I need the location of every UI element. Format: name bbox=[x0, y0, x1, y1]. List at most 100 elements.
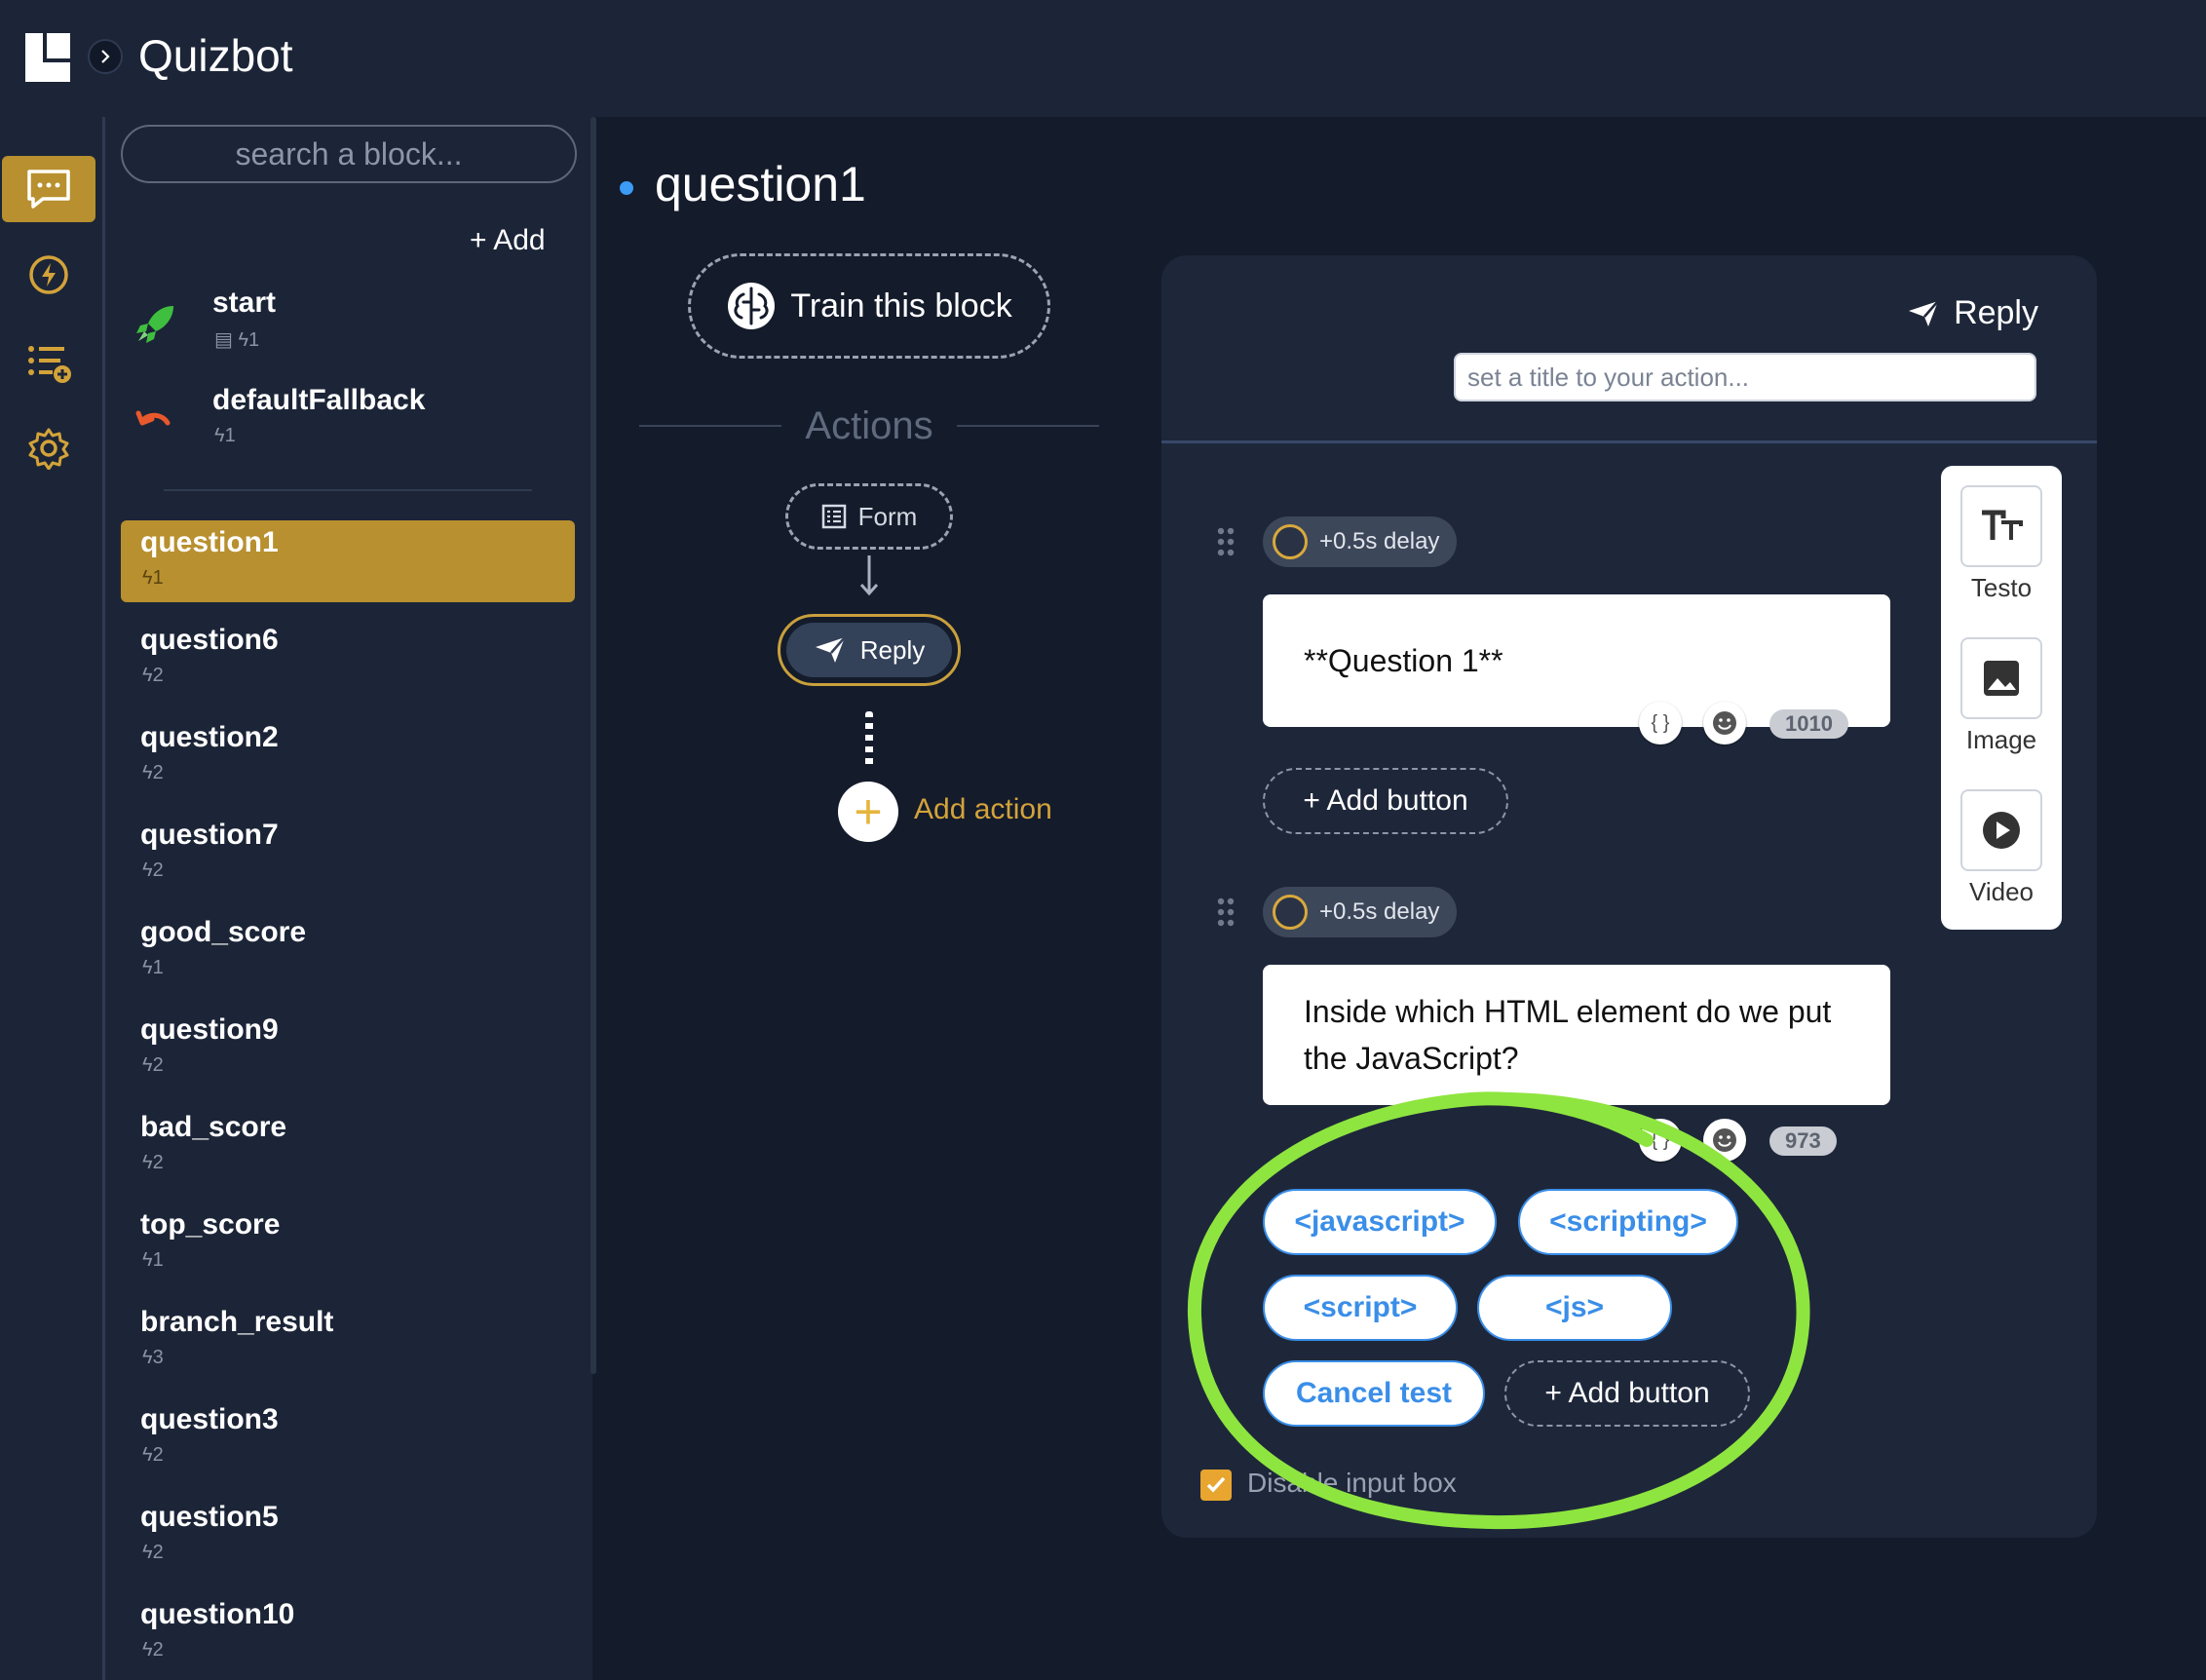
block-name: question9 bbox=[140, 1013, 279, 1046]
drag-handle-icon[interactable] bbox=[1216, 526, 1236, 557]
add-text-button[interactable] bbox=[1960, 485, 2042, 567]
block-name: bad_score bbox=[140, 1111, 287, 1143]
block-sidebar: search a block... + Add start ▤ ϟ1 defau… bbox=[105, 117, 592, 1680]
expand-sidebar-button[interactable] bbox=[88, 39, 123, 74]
app-logo-icon[interactable] bbox=[23, 29, 74, 86]
rail-item-settings[interactable] bbox=[2, 415, 95, 481]
plus-icon: + bbox=[854, 784, 883, 839]
brain-icon bbox=[728, 283, 776, 329]
block-meta: ϟ3 bbox=[142, 1347, 164, 1368]
rail-item-actions[interactable] bbox=[2, 242, 95, 308]
block-meta: ϟ2 bbox=[142, 859, 164, 881]
image-label: Image bbox=[1965, 725, 2037, 754]
app-title: Quizbot bbox=[138, 30, 293, 81]
page-title: question1 bbox=[655, 157, 866, 211]
add-button-button[interactable]: + Add button bbox=[1263, 768, 1508, 834]
actions-label: Actions bbox=[805, 403, 933, 447]
block-meta: ϟ1 bbox=[142, 567, 164, 589]
block-item-defaultfallback[interactable]: defaultFallback ϟ1 bbox=[121, 378, 575, 460]
block-item[interactable]: question1 ϟ1 bbox=[121, 520, 575, 602]
braces-icon: { } bbox=[1651, 711, 1670, 734]
top-bar: Quizbot bbox=[0, 0, 2206, 117]
block-item[interactable]: bad_score ϟ2 bbox=[121, 1105, 575, 1187]
drag-handle-icon[interactable] bbox=[1216, 897, 1236, 928]
text-label: Testo bbox=[1970, 573, 2033, 602]
block-name: question6 bbox=[140, 624, 279, 656]
send-icon bbox=[815, 636, 846, 663]
block-meta: ϟ2 bbox=[142, 1639, 164, 1661]
block-item[interactable]: branch_result ϟ3 bbox=[121, 1300, 575, 1382]
highlight-annotation bbox=[1187, 1091, 1810, 1530]
add-video-button[interactable] bbox=[1960, 789, 2042, 871]
block-name: question10 bbox=[140, 1598, 295, 1630]
block-status-dot bbox=[620, 181, 633, 195]
lightning-icon bbox=[29, 255, 68, 294]
block-item[interactable]: question10 ϟ2 bbox=[121, 1592, 575, 1674]
flow-node-reply[interactable]: Reply bbox=[778, 614, 961, 686]
add-action-button[interactable]: + bbox=[838, 782, 898, 842]
block-item[interactable]: top_score ϟ1 bbox=[121, 1203, 575, 1284]
flow-node-form[interactable]: Form bbox=[785, 483, 953, 550]
block-item[interactable]: question5 ϟ2 bbox=[121, 1495, 575, 1577]
video-label: Video bbox=[1968, 877, 2035, 906]
block-meta: ϟ2 bbox=[142, 1152, 164, 1173]
form-label: Form bbox=[857, 501, 918, 531]
play-icon bbox=[1983, 812, 2020, 849]
reply-header: Reply bbox=[1907, 294, 2038, 332]
message-textarea[interactable]: **Question 1** bbox=[1263, 594, 1890, 727]
actions-divider: Actions bbox=[639, 401, 1100, 450]
block-meta: ϟ2 bbox=[142, 1054, 164, 1076]
delay-label: +0.5s delay bbox=[1319, 528, 1440, 554]
rocket-icon bbox=[136, 306, 173, 343]
train-label: Train this block bbox=[790, 286, 1012, 325]
reply-header-label: Reply bbox=[1954, 294, 2038, 331]
variable-button[interactable]: { } bbox=[1639, 702, 1682, 745]
block-item[interactable]: question9 ϟ2 bbox=[121, 1008, 575, 1089]
emoji-button[interactable] bbox=[1703, 702, 1746, 745]
timer-icon bbox=[1273, 895, 1308, 930]
reply-node-label: Reply bbox=[859, 634, 926, 665]
train-block-button[interactable]: Train this block bbox=[688, 253, 1050, 359]
search-block-input[interactable]: search a block... bbox=[121, 125, 577, 183]
block-name: good_score bbox=[140, 916, 307, 948]
block-meta: ϟ2 bbox=[142, 1444, 164, 1466]
block-meta: ϟ1 bbox=[214, 425, 236, 446]
sidebar-scrollbar[interactable] bbox=[590, 117, 596, 1374]
arrow-down-icon bbox=[859, 555, 879, 596]
block-name: question5 bbox=[140, 1501, 279, 1533]
block-name: defaultFallback bbox=[212, 384, 426, 416]
gear-icon bbox=[28, 428, 69, 470]
send-icon bbox=[1909, 299, 1940, 326]
undo-arrow-icon bbox=[135, 410, 171, 426]
list-add-icon bbox=[28, 346, 71, 383]
character-counter: 1010 bbox=[1769, 709, 1848, 739]
block-name: question3 bbox=[140, 1403, 279, 1435]
delay-pill[interactable]: +0.5s delay bbox=[1263, 516, 1458, 567]
emoji-icon bbox=[1713, 711, 1736, 735]
chat-icon bbox=[27, 170, 70, 209]
block-name: start bbox=[212, 286, 277, 319]
add-block-button[interactable]: + Add bbox=[470, 224, 546, 257]
action-title-input[interactable]: set a title to your action... bbox=[1454, 353, 2036, 401]
block-item[interactable]: question3 ϟ2 bbox=[121, 1397, 575, 1479]
block-item[interactable]: question6 ϟ2 bbox=[121, 618, 575, 700]
block-item-start[interactable]: start ▤ ϟ1 bbox=[121, 281, 575, 363]
block-name: question7 bbox=[140, 819, 279, 851]
add-image-button[interactable] bbox=[1960, 637, 2042, 719]
block-meta: ϟ1 bbox=[142, 1249, 164, 1271]
block-item[interactable]: question7 ϟ2 bbox=[121, 813, 575, 895]
image-icon bbox=[1984, 661, 2019, 696]
block-item[interactable]: good_score ϟ1 bbox=[121, 910, 575, 992]
rail-item-lists[interactable] bbox=[2, 329, 95, 396]
add-action-label[interactable]: Add action bbox=[914, 793, 1052, 826]
form-icon bbox=[821, 504, 846, 529]
block-meta: ϟ2 bbox=[142, 1542, 164, 1563]
chevron-right-icon bbox=[101, 50, 110, 63]
block-name: top_score bbox=[140, 1208, 281, 1241]
flow-connector bbox=[865, 711, 873, 770]
delay-pill[interactable]: +0.5s delay bbox=[1263, 887, 1458, 937]
rail-item-chat[interactable] bbox=[2, 156, 95, 222]
block-name: branch_result bbox=[140, 1306, 334, 1338]
block-item[interactable]: question2 ϟ2 bbox=[121, 715, 575, 797]
timer-icon bbox=[1273, 524, 1308, 559]
